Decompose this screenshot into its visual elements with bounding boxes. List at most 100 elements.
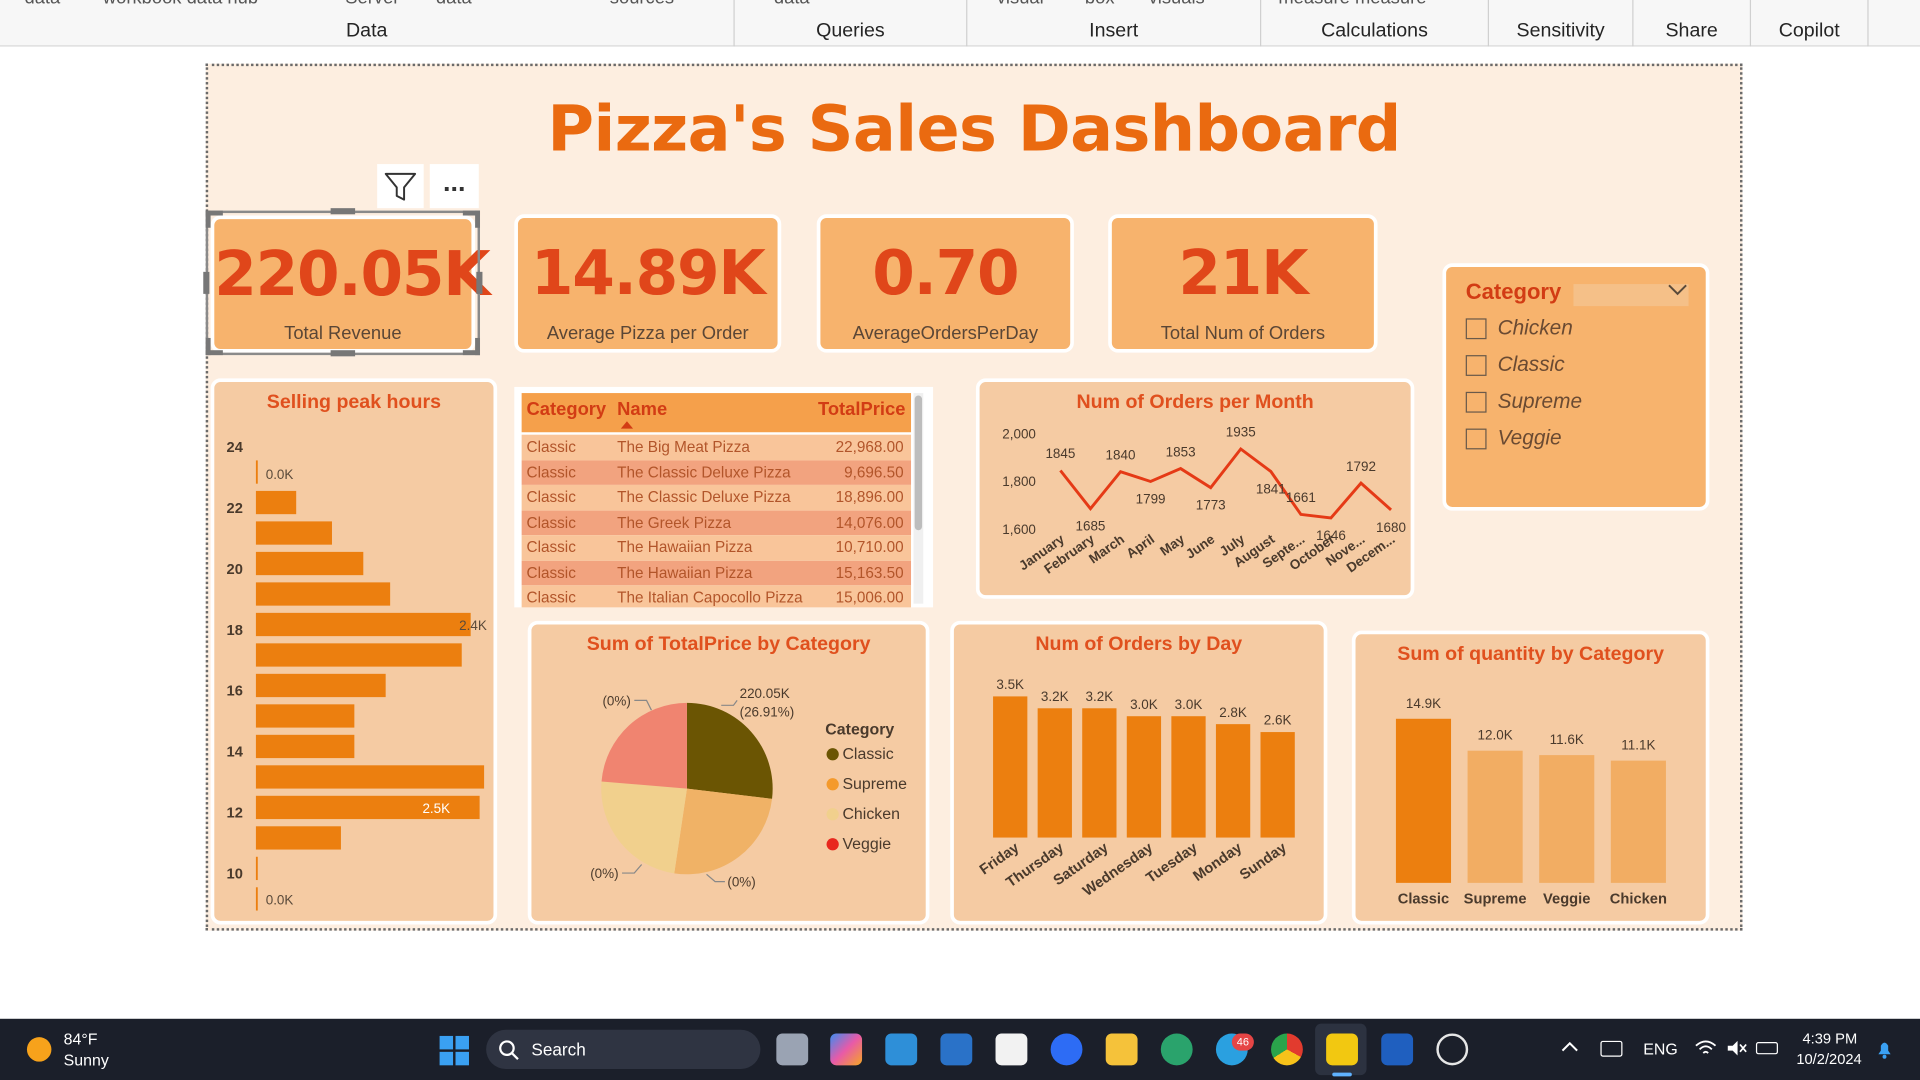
ribbon-group-label: Queries — [816, 20, 885, 42]
active-indicator — [1332, 1072, 1352, 1077]
clock-time[interactable]: 4:39 PM — [1802, 1030, 1857, 1047]
column-header-totalprice[interactable]: TotalPrice — [818, 399, 905, 420]
hour-bar — [255, 582, 391, 606]
clock-date[interactable]: 10/2/2024 — [1796, 1051, 1861, 1068]
ribbon-group-insert[interactable]: Insert — [967, 0, 1262, 47]
resize-handle[interactable] — [203, 271, 210, 294]
table-scrollbar[interactable] — [913, 393, 924, 604]
ribbon-group-sensitivity[interactable]: Sensitivity — [1489, 0, 1634, 47]
data-label: 1680 — [1376, 520, 1406, 535]
resize-handle[interactable] — [330, 350, 356, 357]
category-slicer[interactable]: Category Chicken Classic Supreme Veggie — [1442, 263, 1710, 511]
resize-handle[interactable] — [205, 210, 223, 228]
resize-handle[interactable] — [462, 337, 481, 356]
hour-bar — [255, 826, 341, 850]
selling-peak-hours-chart[interactable]: Selling peak hours 24 22 20 18 16 14 12 10 0.0K 2… — [210, 378, 498, 925]
ribbon-group-queries[interactable]: Queries — [735, 0, 968, 47]
cell-category: Classic — [526, 463, 576, 481]
kpi-card-average-orders-per-day[interactable]: 0.70 AverageOrdersPerDay — [816, 214, 1074, 353]
task-view-icon[interactable] — [776, 1033, 809, 1066]
edge-icon[interactable] — [1160, 1033, 1193, 1066]
table-row[interactable]: Classic The Hawaiian Pizza 15,163.50 — [521, 560, 912, 586]
table-row[interactable]: Classic The Classic Deluxe Pizza 18,896.00 — [521, 484, 912, 511]
data-label: 1841 — [1256, 481, 1286, 496]
orders-per-month-chart[interactable]: Num of Orders per Month 2,000 1,800 1,600 1… — [975, 378, 1415, 599]
power-bi-icon[interactable] — [1326, 1033, 1358, 1066]
category-label: Classic — [1398, 892, 1449, 908]
filter-button[interactable] — [377, 164, 424, 209]
category-label: Veggie — [1543, 892, 1590, 908]
data-label: (0%) — [602, 693, 630, 708]
table-row[interactable]: Classic The Italian Capocollo Pizza 15,006… — [521, 585, 912, 608]
category-label: Supreme — [1464, 892, 1527, 908]
cell-name: The Big Meat Pizza — [617, 438, 750, 456]
store-icon[interactable] — [995, 1033, 1028, 1066]
resize-handle[interactable] — [462, 210, 481, 228]
taskbar-search[interactable]: Search — [486, 1029, 761, 1069]
orders-by-day-chart[interactable]: Num of Orders by Day 3.5K Friday 3.2K Thurs… — [950, 620, 1328, 925]
resize-handle[interactable] — [205, 337, 223, 356]
pizza-table[interactable]: Category Name TotalPrice Classic The Big … — [514, 386, 934, 608]
day-bar — [1126, 716, 1162, 838]
table-row[interactable]: Classic The Classic Deluxe Pizza 9,696.50 — [521, 459, 912, 485]
checkbox[interactable] — [1465, 355, 1487, 376]
more-options-button[interactable]: ... — [429, 164, 479, 209]
windows-start-icon[interactable] — [439, 1035, 469, 1066]
cell-name: The Hawaiian Pizza — [617, 563, 753, 582]
ribbon-group-copilot[interactable]: Copilot — [1751, 0, 1869, 47]
column-header-category[interactable]: Category — [527, 399, 607, 420]
weather-desc[interactable]: Sunny — [64, 1051, 109, 1069]
weather-temp[interactable]: 84°F — [64, 1030, 98, 1048]
leader-line — [706, 873, 725, 883]
column-header-name[interactable]: Name — [617, 399, 667, 420]
table-row[interactable]: Classic The Big Meat Pizza 22,968.00 — [521, 434, 912, 460]
scrollbar-thumb[interactable] — [914, 395, 923, 531]
day-label: Tuesday — [1143, 839, 1201, 886]
table-row[interactable]: Classic The Greek Pizza 14,076.00 — [521, 510, 912, 536]
desktop-icon[interactable] — [885, 1033, 918, 1066]
cell-totalprice: 10,710.00 — [835, 538, 904, 556]
battery-icon[interactable] — [1755, 1042, 1778, 1055]
app-icon[interactable] — [940, 1033, 973, 1066]
checkbox[interactable] — [1465, 391, 1487, 413]
zoom-icon[interactable] — [1050, 1033, 1083, 1066]
chrome-icon[interactable] — [1271, 1033, 1303, 1066]
hour-bar — [255, 551, 364, 576]
volume-muted-icon[interactable] — [1725, 1038, 1747, 1058]
data-label: 11.6K — [1550, 732, 1584, 747]
data-label: 3.5K — [996, 677, 1024, 692]
totalprice-by-category-pie[interactable]: Sum of TotalPrice by Category 220.05K (26… — [527, 620, 930, 925]
ribbon-group-data[interactable]: Data — [0, 0, 735, 47]
checkbox[interactable] — [1465, 428, 1487, 450]
chevron-down-icon[interactable] — [1667, 282, 1689, 299]
app-circle-icon[interactable] — [1436, 1033, 1469, 1066]
day-bar-svg: 3.5KFriday3.2KThursday3.2KSaturday3.0KWe… — [977, 677, 1295, 900]
kpi-card-total-num-of-orders[interactable]: 21K Total Num of Orders — [1108, 214, 1378, 353]
checkbox[interactable] — [1465, 318, 1487, 340]
data-label: 1773 — [1196, 498, 1226, 513]
table-row[interactable]: Classic The Hawaiian Pizza 10,710.00 — [521, 535, 912, 561]
ribbon-group-calculations[interactable]: Calculations — [1261, 0, 1489, 47]
y-tick-label: 1,600 — [1002, 522, 1036, 537]
data-label: 1792 — [1346, 459, 1376, 474]
keyboard-icon[interactable] — [1600, 1040, 1623, 1057]
resize-handle[interactable] — [476, 271, 483, 294]
sun-icon[interactable] — [26, 1037, 52, 1062]
day-bar — [1037, 708, 1072, 838]
ribbon-group-share[interactable]: Share — [1633, 0, 1752, 47]
kpi-card-average-pizza-per-order[interactable]: 14.89K Average Pizza per Order — [514, 214, 782, 353]
copilot-icon[interactable] — [830, 1033, 863, 1066]
resize-handle[interactable] — [330, 208, 356, 215]
notification-bell-icon[interactable] — [1876, 1040, 1893, 1060]
wifi-icon[interactable] — [1695, 1038, 1717, 1058]
language-indicator[interactable]: ENG — [1643, 1040, 1677, 1058]
chevron-up-icon[interactable] — [1561, 1041, 1578, 1053]
category-label: Chicken — [1610, 892, 1667, 908]
data-label: 11.1K — [1621, 738, 1655, 753]
day-bar — [993, 696, 1028, 838]
screen: data workbook data hub Server data sourc… — [0, 0, 1920, 1080]
quantity-by-category-chart[interactable]: Sum of quantity by Category 14.9K Classic… — [1351, 630, 1710, 925]
cell-category: Classic — [526, 538, 576, 556]
word-icon[interactable] — [1381, 1033, 1414, 1066]
file-explorer-icon[interactable] — [1105, 1033, 1138, 1066]
